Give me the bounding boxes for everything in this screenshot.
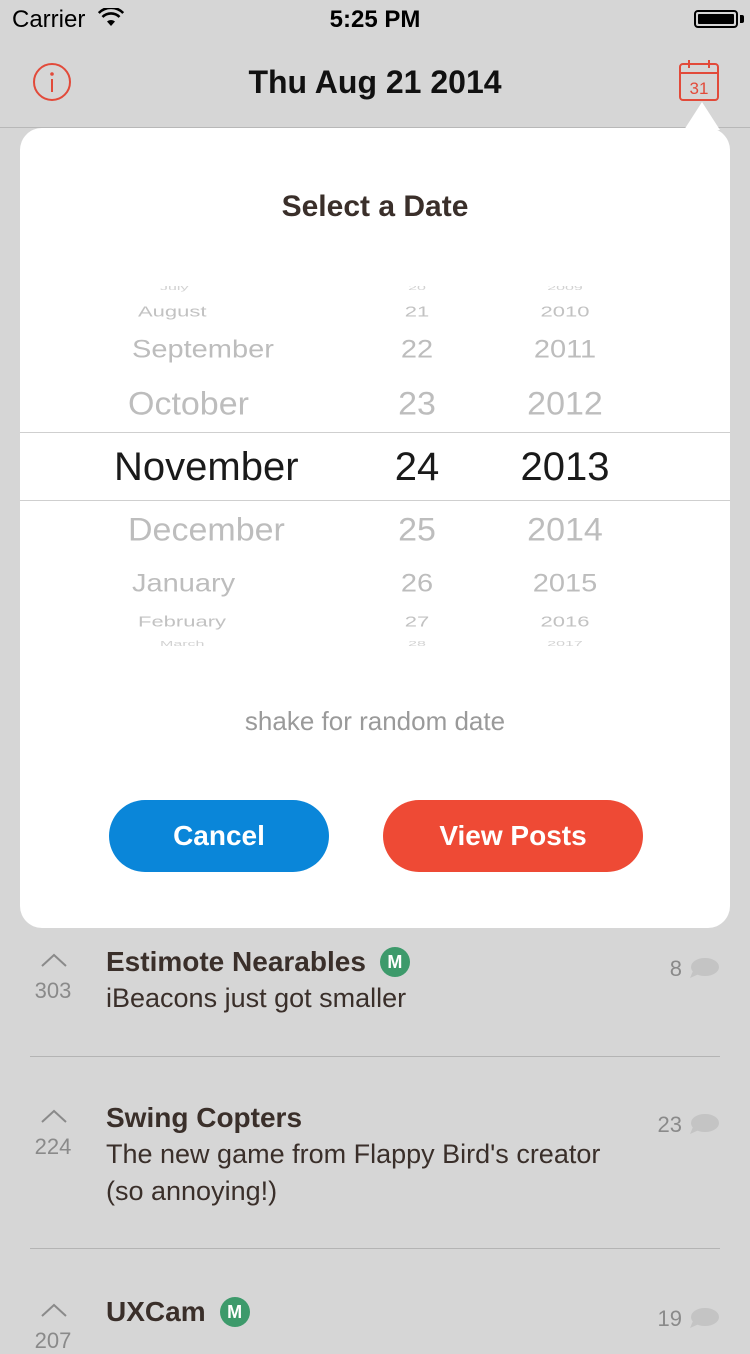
view-posts-button[interactable]: View Posts [383, 800, 643, 872]
picker-day-option[interactable]: 27 [390, 615, 444, 629]
date-picker-wheel[interactable]: July August September October November Decemb… [20, 286, 730, 646]
picker-year-option[interactable]: 2014 [480, 514, 650, 546]
selection-line-top [20, 432, 730, 433]
post-title: Estimote Nearables M [106, 946, 410, 978]
picker-year-option[interactable]: 2016 [480, 615, 650, 629]
picker-month-option[interactable]: November [114, 447, 534, 487]
post-title: UXCam M [106, 1296, 250, 1328]
list-divider [30, 1056, 720, 1057]
upvote-icon[interactable] [40, 1108, 68, 1124]
post-title: Swing Copters [106, 1102, 303, 1133]
picker-year-option[interactable]: 2012 [480, 388, 650, 420]
maker-badge: M [219, 1297, 250, 1327]
date-picker-popover: Select a Date July August September October… [20, 128, 730, 928]
vote-count: 303 [34, 978, 72, 1003]
post-tagline: The new game from Flappy Bird's creator … [106, 1139, 601, 1206]
picker-day-option[interactable]: 22 [390, 337, 444, 363]
page-title: Thu Aug 21 2014 [248, 64, 502, 100]
upvote-icon[interactable] [40, 952, 68, 968]
shake-hint: shake for random date [244, 706, 506, 736]
post-tagline: iBeacons just got smaller [106, 983, 407, 1013]
comment-count[interactable]: 8 [670, 956, 720, 982]
picker-year-option[interactable]: 2011 [480, 337, 650, 363]
clock: 5:25 PM [329, 6, 421, 33]
picker-day-option[interactable]: 26 [390, 571, 444, 597]
picker-day-option[interactable]: 23 [390, 388, 444, 420]
picker-year-option[interactable]: 2015 [480, 571, 650, 597]
comment-count[interactable]: 19 [658, 1306, 720, 1332]
picker-day-option[interactable]: 25 [390, 514, 444, 546]
list-divider [30, 1248, 720, 1249]
comment-icon [690, 1114, 719, 1134]
battery-icon [694, 10, 738, 28]
nav-bar: Thu Aug 21 2014 31 [0, 40, 750, 128]
battery-nub [740, 15, 744, 23]
comment-icon [690, 1308, 719, 1328]
upvote-icon[interactable] [40, 1302, 68, 1318]
picker-year-option[interactable]: 2009 [480, 286, 650, 292]
maker-badge: M [379, 947, 410, 977]
calendar-icon[interactable]: 31 [678, 58, 720, 102]
picker-year-option[interactable]: 2017 [480, 640, 650, 646]
status-bar: Carrier 5:25 PM [0, 0, 750, 40]
picker-day-option[interactable]: 24 [390, 447, 444, 487]
popover-arrow [684, 102, 720, 130]
calendar-day-text: 31 [690, 79, 709, 98]
picker-year-option[interactable]: 2013 [480, 447, 650, 487]
picker-day-option[interactable]: 21 [390, 305, 444, 319]
selection-line-bottom [20, 500, 730, 501]
vote-count: 224 [34, 1134, 72, 1159]
vote-count: 207 [34, 1328, 72, 1353]
picker-year-option[interactable]: 2010 [480, 305, 650, 319]
cancel-button[interactable]: Cancel [109, 800, 329, 872]
comment-count[interactable]: 23 [658, 1112, 720, 1138]
picker-day-option[interactable]: 28 [390, 640, 444, 646]
comment-icon [690, 958, 719, 978]
popover-heading: Select a Date [281, 190, 469, 223]
picker-day-option[interactable]: 20 [390, 286, 444, 292]
